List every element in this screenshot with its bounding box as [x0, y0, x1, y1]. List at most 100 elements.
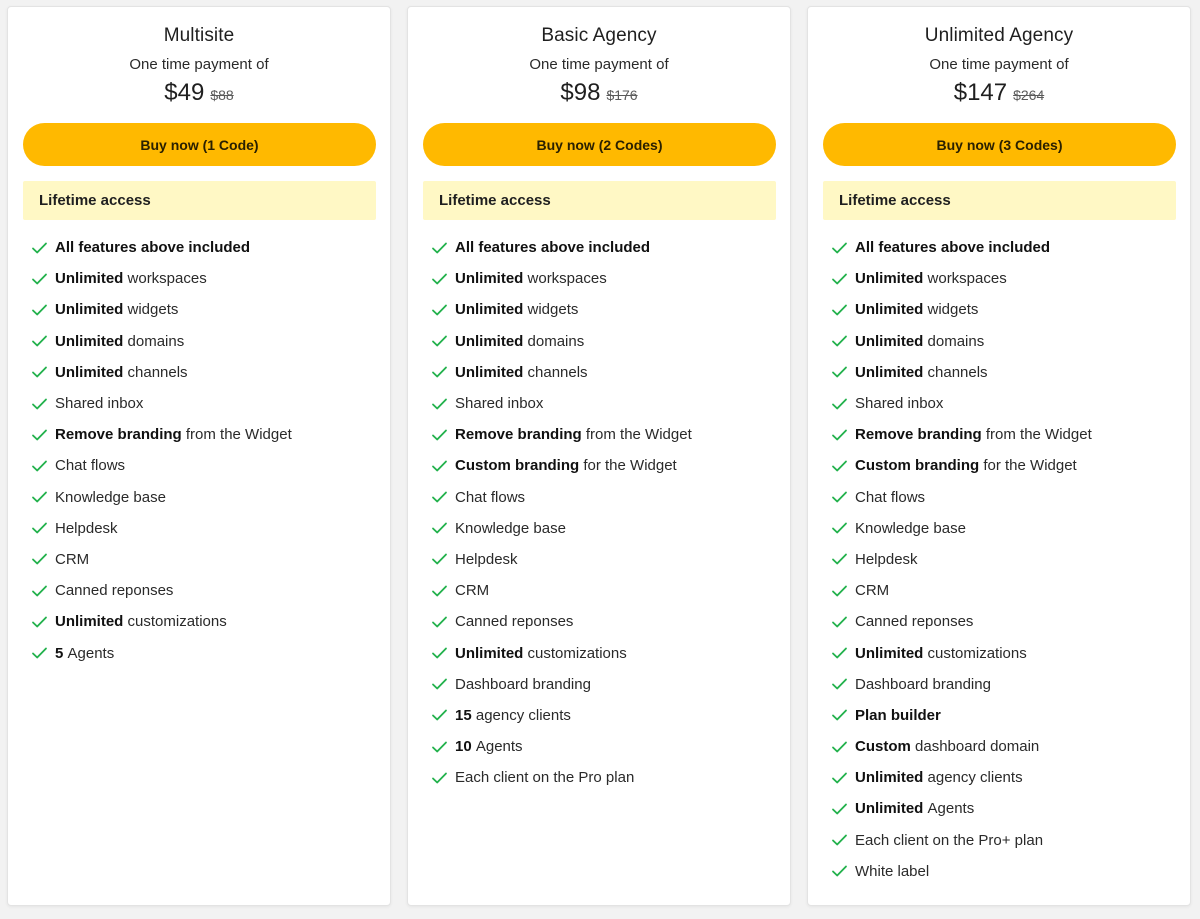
- feature-item: Helpdesk: [31, 513, 380, 544]
- plan-name: Multisite: [163, 25, 235, 46]
- check-icon: [32, 616, 47, 628]
- feature-text: domains: [927, 332, 985, 350]
- check-icon: [432, 585, 447, 597]
- payment-label: One time payment of: [129, 56, 269, 73]
- check-icon: [432, 554, 447, 565]
- check-icon: [832, 803, 847, 815]
- feature-highlight: Unlimited: [855, 301, 924, 319]
- feature-text: agency clients: [475, 706, 571, 724]
- feature-item: Shared inbox: [831, 388, 1180, 419]
- feature-item: Unlimited channels: [31, 357, 380, 388]
- check-icon: [432, 460, 447, 472]
- check-icon: [832, 522, 847, 534]
- feature-item: All features above included: [831, 232, 1180, 263]
- feature-text: CRM: [455, 582, 490, 600]
- feature-highlight: Unlimited: [55, 270, 124, 288]
- check-icon: [432, 522, 447, 534]
- feature-text: agency clients: [927, 769, 1023, 787]
- check-icon: [432, 429, 447, 441]
- feature-text: Knowledge base: [455, 519, 566, 537]
- feature-item: Canned reponses: [831, 606, 1180, 637]
- feature-text: domains: [127, 332, 185, 350]
- lifetime-access-banner: Lifetime access: [823, 181, 1176, 220]
- buy-now-button[interactable]: Buy now (1 Code): [23, 123, 376, 166]
- feature-text: Canned reponses: [55, 582, 174, 600]
- check-icon: [832, 616, 847, 628]
- check-icon: [32, 491, 47, 503]
- feature-item: 10 Agents: [431, 731, 780, 762]
- check-icon: [832, 772, 847, 784]
- check-icon: [32, 522, 47, 534]
- feature-highlight: 15: [455, 706, 472, 724]
- check-icon: [432, 772, 447, 784]
- feature-item: Unlimited customizations: [431, 637, 780, 668]
- buy-now-button[interactable]: Buy now (3 Codes): [823, 123, 1176, 166]
- price-row: $147 $264: [808, 79, 1190, 107]
- feature-text: Canned reponses: [455, 613, 574, 631]
- feature-item: Unlimited Agents: [831, 793, 1180, 824]
- feature-highlight: Unlimited: [455, 301, 524, 319]
- feature-highlight: Unlimited: [855, 644, 924, 662]
- feature-text: workspaces: [527, 270, 607, 288]
- check-icon: [432, 273, 447, 285]
- feature-item: Helpdesk: [831, 544, 1180, 575]
- feature-text: Knowledge base: [55, 488, 166, 506]
- payment-label: One time payment of: [529, 56, 669, 73]
- check-icon: [832, 335, 847, 347]
- feature-item: Unlimited channels: [431, 357, 780, 388]
- feature-highlight: Unlimited: [55, 363, 124, 381]
- feature-highlight: Custom branding: [855, 457, 980, 475]
- feature-highlight: Unlimited: [55, 301, 124, 319]
- feature-highlight: Remove branding: [455, 426, 582, 444]
- check-icon: [832, 273, 847, 285]
- feature-highlight: Unlimited: [455, 332, 524, 350]
- feature-text: Each client on the Pro plan: [455, 769, 635, 787]
- feature-item: Remove branding from the Widget: [31, 419, 380, 450]
- check-icon: [432, 304, 447, 316]
- feature-highlight: 5: [55, 644, 64, 662]
- feature-item: Custom dashboard domain: [831, 731, 1180, 762]
- check-icon: [32, 242, 47, 253]
- feature-list: All features above included Unlimited wor…: [431, 232, 780, 793]
- feature-highlight: Unlimited: [855, 800, 924, 818]
- price-row: $49 $88: [8, 79, 390, 107]
- check-icon: [432, 678, 447, 690]
- feature-highlight: All features above included: [455, 239, 651, 257]
- feature-text: Agents: [927, 800, 975, 818]
- feature-text: customizations: [527, 644, 627, 662]
- feature-item: Unlimited widgets: [31, 294, 380, 325]
- feature-item: 15 agency clients: [431, 700, 780, 731]
- feature-text: workspaces: [927, 270, 1007, 288]
- feature-text: Knowledge base: [855, 519, 966, 537]
- check-icon: [832, 647, 847, 659]
- feature-text: CRM: [55, 550, 90, 568]
- feature-text: for the Widget: [983, 457, 1077, 475]
- feature-highlight: Unlimited: [855, 363, 924, 381]
- check-icon: [832, 741, 847, 752]
- feature-item: Canned reponses: [31, 575, 380, 606]
- feature-item: Remove branding from the Widget: [831, 419, 1180, 450]
- feature-highlight: Plan builder: [855, 706, 941, 724]
- feature-text: Chat flows: [55, 457, 126, 475]
- check-icon: [32, 335, 47, 347]
- old-price: $88: [210, 87, 234, 103]
- feature-text: Shared inbox: [55, 395, 144, 413]
- feature-item: Unlimited customizations: [831, 637, 1180, 668]
- feature-highlight: Unlimited: [855, 769, 924, 787]
- feature-item: Shared inbox: [431, 388, 780, 419]
- check-icon: [832, 710, 847, 721]
- feature-item: Each client on the Pro plan: [431, 762, 780, 793]
- feature-text: channels: [127, 363, 188, 381]
- check-icon: [432, 741, 447, 752]
- buy-now-button[interactable]: Buy now (2 Codes): [423, 123, 776, 166]
- feature-item: Unlimited domains: [831, 326, 1180, 357]
- feature-item: Helpdesk: [431, 544, 780, 575]
- feature-text: customizations: [127, 613, 227, 631]
- check-icon: [32, 429, 47, 441]
- pricing-cards: Multisite One time payment of $49 $88 Buy…: [0, 0, 1200, 919]
- feature-text: from the Widget: [185, 426, 292, 444]
- feature-text: Dashboard branding: [855, 675, 991, 693]
- check-icon: [32, 460, 47, 472]
- old-price: $176: [606, 87, 638, 103]
- feature-item: Dashboard branding: [831, 669, 1180, 700]
